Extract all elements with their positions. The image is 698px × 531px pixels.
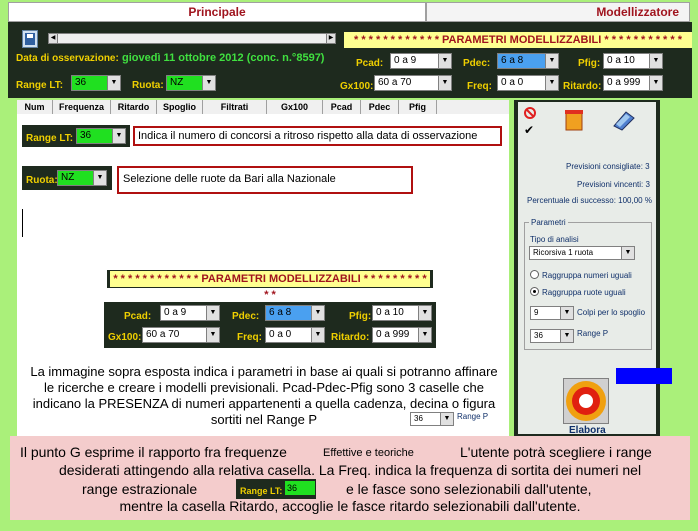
ruota-callout: Selezione delle ruote da Bari alla Nazio… [117, 166, 413, 194]
radio-ruote[interactable] [530, 287, 539, 296]
pdec-label: Pdec: [463, 58, 491, 69]
colpi-label: Colpi per lo spoglio [577, 308, 646, 317]
tab-modellizzatore[interactable]: Modellizzatore [426, 2, 690, 22]
pdec-sample-select[interactable]: 6 a 8 ▼ [265, 305, 325, 321]
col-header[interactable]: Pcad [323, 100, 361, 114]
ritardo-sample-select[interactable]: 0 a 999 ▼ [372, 327, 432, 343]
ritardo-sample-label: Ritardo: [331, 332, 370, 343]
ruota-sample-select[interactable]: NZ ▼ [57, 170, 107, 186]
previsioni-vincenti: Previsioni vincenti: 3 [577, 180, 650, 189]
col-header[interactable]: Spoglio [157, 100, 203, 114]
pfig-sample-label: Pfig: [349, 311, 372, 322]
range-lt-sample-select[interactable]: 36 ▼ [76, 128, 126, 144]
save-disk-icon[interactable] [22, 30, 38, 48]
pdec-sample-label: Pdec: [232, 311, 260, 322]
tab-principale[interactable]: Principale [8, 2, 426, 22]
range-lt-label: Range LT: [16, 80, 64, 91]
gx100-label: Gx100: [340, 81, 374, 92]
range-lt-callout: Indica il numero di concorsi a ritroso r… [133, 126, 502, 146]
footer-range-lt-value: 36 [285, 481, 315, 495]
freq-sample-label: Freq: [237, 332, 262, 343]
date-scrollbar[interactable]: ◀ ▶ [48, 33, 336, 44]
parametri-group-title: Parametri [529, 218, 568, 227]
footer-line1b: Effettive e teoriche [323, 447, 414, 459]
bucket-icon[interactable] [563, 108, 585, 132]
blue-indicator [616, 368, 672, 384]
pcad-label: Pcad: [356, 58, 384, 69]
footer-line4: mentre la casella Ritardo, accoglie le f… [119, 498, 581, 514]
range-p-select[interactable]: 36 ▼ [530, 329, 574, 343]
pcad-sample-select[interactable]: 0 a 9 ▼ [160, 305, 220, 321]
elabora-button[interactable] [563, 378, 609, 424]
ruota-sample-label: Ruota: [26, 175, 58, 186]
observation-date: giovedì 11 ottobre 2012 (conc. n.°8597) [122, 52, 325, 64]
pdec-select[interactable]: 6 a 8 ▼ [497, 53, 559, 69]
range-p-inline-label: Range P [457, 412, 489, 421]
params-banner-sample: * * * * * * * * * * * * PARAMETRI MODELL… [110, 271, 430, 301]
range-p-inline-select[interactable]: 36 ▼ [410, 412, 454, 426]
tipo-analisi-label: Tipo di analisi [530, 235, 579, 244]
results-table-header: Num Frequenza Ritardo Spoglio Filtrati G… [17, 100, 509, 114]
freq-label: Freq: [467, 81, 492, 92]
check-icon[interactable]: ✔ [524, 123, 534, 137]
freq-select[interactable]: 0 a 0 ▼ [497, 75, 559, 91]
elabora-icon [566, 381, 606, 421]
freq-sample-select[interactable]: 0 a 0 ▼ [265, 327, 325, 343]
footer-line3b: e le fasce sono selezionabili dall'utent… [346, 481, 592, 497]
col-header[interactable]: Frequenza [53, 100, 111, 114]
radio-ruote-label: Raggruppa ruote uguali [542, 288, 626, 297]
col-header[interactable]: Num [17, 100, 53, 114]
tipo-analisi-select[interactable]: Ricorsiva 1 ruota ▼ [529, 246, 635, 260]
pcad-sample-label: Pcad: [124, 311, 152, 322]
gx100-select[interactable]: 60 a 70 ▼ [374, 75, 452, 91]
text-caret [22, 209, 23, 237]
params-banner: * * * * * * * * * * * * PARAMETRI MODELL… [344, 32, 692, 48]
observation-label: Data di osservazione: [16, 53, 119, 64]
stop-icon[interactable] [524, 106, 536, 119]
elabora-label: Elabora [569, 425, 606, 436]
footer-line3a: range estrazionale [82, 481, 198, 497]
ruota-select[interactable]: NZ ▼ [166, 75, 216, 91]
pfig-sample-select[interactable]: 0 a 10 ▼ [372, 305, 432, 321]
percentuale-successo: Percentuale di successo: 100,00 % [527, 196, 652, 205]
pfig-select[interactable]: 0 a 10 ▼ [603, 53, 663, 69]
range-lt-sample-label: Range LT: [26, 133, 74, 144]
col-header[interactable]: Pfig [399, 100, 437, 114]
radio-numeri-label: Raggruppa numeri uguali [542, 271, 632, 280]
footer-line1c: L'utente potrà scegliere i range [460, 444, 652, 460]
col-header[interactable]: Filtrati [203, 100, 267, 114]
footer-range-lt-label: Range LT: [240, 486, 283, 496]
pcad-select[interactable]: 0 a 9 ▼ [390, 53, 452, 69]
ruota-label: Ruota: [132, 80, 164, 91]
gx100-sample-label: Gx100: [108, 332, 142, 343]
col-header[interactable]: Gx100 [267, 100, 323, 114]
gx100-sample-select[interactable]: 60 a 70 ▼ [142, 327, 220, 343]
previsioni-consigliate: Previsioni consigliate: 3 [566, 162, 650, 171]
range-lt-select[interactable]: 36 ▼ [71, 75, 121, 91]
col-header[interactable]: Ritardo [111, 100, 157, 114]
pfig-label: Pfig: [578, 58, 601, 69]
footer-line2: desiderati attingendo alla relativa case… [58, 462, 642, 478]
col-header[interactable]: Pdec [361, 100, 399, 114]
range-p-label: Range P [577, 329, 609, 338]
books-icon[interactable] [612, 108, 636, 132]
ritardo-select[interactable]: 0 a 999 ▼ [603, 75, 663, 91]
colpi-select[interactable]: 9 ▼ [530, 306, 574, 320]
footer-line1a: Il punto G esprime il rapporto fra frequ… [20, 444, 287, 460]
radio-numeri[interactable] [530, 270, 539, 279]
ritardo-label: Ritardo: [563, 81, 602, 92]
